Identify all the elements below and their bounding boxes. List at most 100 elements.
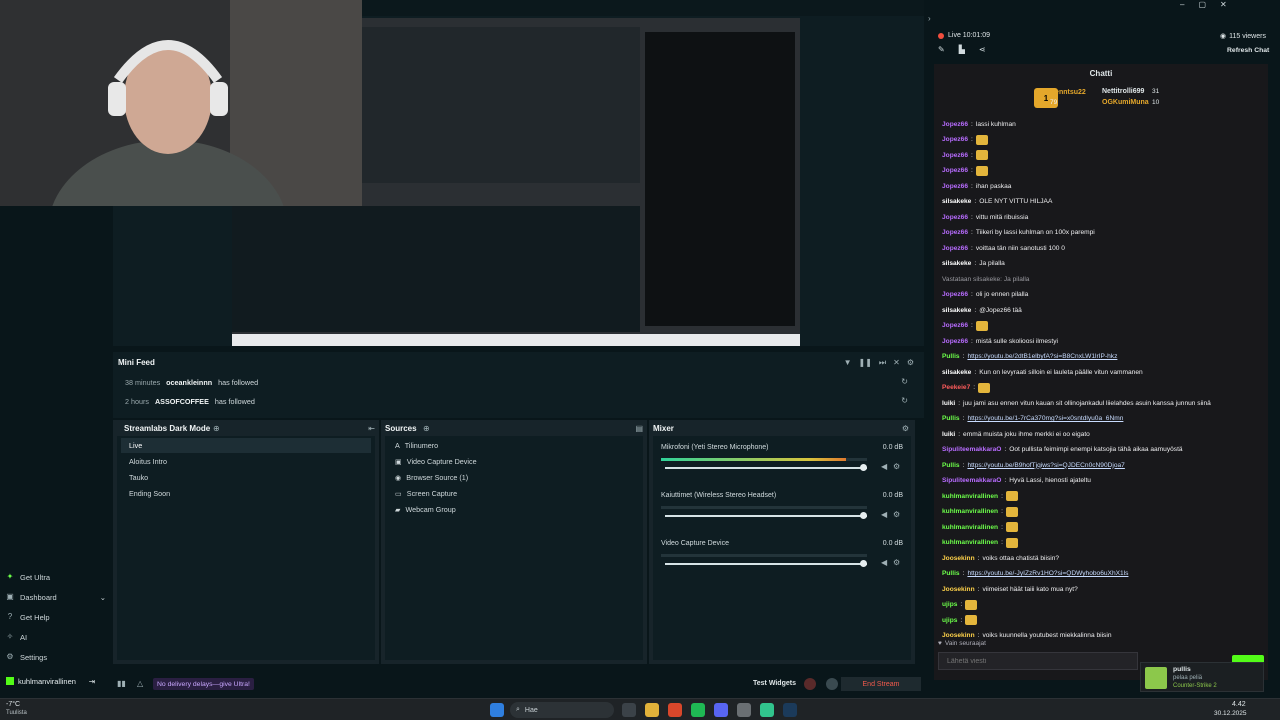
minimize-icon[interactable]: – [1180, 0, 1184, 9]
scene-item[interactable]: Tauko [121, 470, 371, 485]
nav-ai[interactable]: ✧ AI [6, 629, 27, 645]
browser-icon[interactable] [668, 703, 682, 717]
chat-username[interactable]: Peekeie7 [942, 384, 970, 391]
user-profile[interactable]: kuhlmanvirallinen ⇥ [0, 672, 113, 690]
volume-slider[interactable] [665, 467, 867, 469]
chevron-right-icon[interactable]: › [928, 14, 931, 23]
gear-icon[interactable]: ⚙ [893, 463, 901, 471]
chat-username[interactable]: Jopez66 [942, 338, 968, 345]
taskbar-search[interactable]: ⌕ Hae [510, 702, 614, 718]
replay-buffer-button[interactable] [826, 678, 838, 690]
chat-username[interactable]: silsakeke [942, 307, 971, 314]
steam-icon[interactable] [783, 703, 797, 717]
chat-username[interactable]: Pullis [942, 415, 960, 422]
chat-username[interactable]: ujips [942, 617, 957, 624]
chat-username[interactable]: luiki [942, 400, 955, 407]
chat-link[interactable]: https://youtu.be/-JyIZzRv1HO?si=QDWyhobo… [967, 570, 1128, 577]
ultra-promo[interactable]: No delivery delays—give Ultra! [153, 678, 254, 690]
weather-temp[interactable]: -7°C [6, 701, 20, 708]
volume-knob[interactable] [860, 464, 867, 471]
spotify-icon[interactable] [691, 703, 705, 717]
chat-username[interactable]: Joosekinn [942, 586, 975, 593]
logout-icon[interactable]: ⇥ [89, 677, 95, 686]
source-item[interactable]: ▣ Video Capture Device [389, 454, 639, 469]
app-icon[interactable] [737, 703, 751, 717]
chat-input[interactable] [938, 652, 1138, 670]
chat-link[interactable]: https://youtu.be/1-7rCa370mg?si=x0sntdly… [967, 415, 1123, 422]
chat-link[interactable]: https://youtu.be/2dtB1elbyfA?si=B8CnxLW1… [967, 353, 1117, 360]
collapse-icon[interactable]: ⇤ [368, 424, 375, 433]
windows-start-icon[interactable] [490, 703, 504, 717]
chat-username[interactable]: Jopez66 [942, 183, 968, 190]
file-explorer-icon[interactable] [645, 703, 659, 717]
volume-slider[interactable] [665, 515, 867, 517]
skip-icon[interactable]: ⏭ [879, 358, 886, 368]
chat-username[interactable]: kuhlmanvirallinen [942, 524, 998, 531]
discord-icon[interactable] [714, 703, 728, 717]
pause-icon[interactable]: ❚❚ [859, 358, 872, 368]
add-source-icon[interactable]: ⊕ [423, 424, 430, 433]
gear-icon[interactable]: ⚙ [893, 511, 901, 519]
source-item[interactable]: ◉ Browser Source (1) [389, 470, 639, 485]
chat-username[interactable]: luiki [942, 431, 955, 438]
scene-item[interactable]: Ending Soon [121, 486, 371, 501]
chat-username[interactable]: Jopez66 [942, 229, 968, 236]
chat-username[interactable]: Joosekinn [942, 555, 975, 562]
scene-item[interactable]: Aloitus Intro [121, 454, 371, 469]
source-item[interactable]: ▰ Webcam Group [389, 502, 639, 517]
settings-icon[interactable]: ⚙ [907, 358, 914, 368]
streamlabs-icon[interactable] [760, 703, 774, 717]
record-button[interactable] [804, 678, 816, 690]
chat-username[interactable]: ujips [942, 601, 957, 608]
filter-icon[interactable]: ▼ [844, 358, 852, 368]
chat-username[interactable]: Jopez66 [942, 214, 968, 221]
nav-get-help[interactable]: ? Get Help [6, 609, 50, 625]
test-widgets-button[interactable]: Test Widgets [753, 680, 796, 687]
speaker-icon[interactable]: ◀ [881, 463, 889, 471]
refresh-chat-button[interactable]: Refresh Chat [1227, 47, 1269, 54]
source-item[interactable]: ▭ Screen Capture [389, 486, 639, 501]
edit-icon[interactable]: ✎ [938, 45, 945, 54]
chat-username[interactable]: kuhlmanvirallinen [942, 493, 998, 500]
replay-icon[interactable]: ↻ [901, 396, 908, 405]
chat-username[interactable]: Jopez66 [942, 136, 968, 143]
chat-username[interactable]: Jopez66 [942, 167, 968, 174]
chat-username[interactable]: Pullis [942, 570, 960, 577]
close-icon[interactable]: ✕ [1220, 0, 1227, 9]
chat-username[interactable]: SipuliteemakkaraO [942, 446, 1001, 453]
chat-username[interactable]: Pullis [942, 462, 960, 469]
source-item[interactable]: A Tilinumero [389, 438, 639, 453]
nav-get-ultra[interactable]: ✦ Get Ultra [6, 569, 50, 585]
chat-username[interactable]: Jopez66 [942, 121, 968, 128]
chat-username[interactable]: Joosekinn [942, 632, 975, 639]
chat-username[interactable]: Jopez66 [942, 152, 968, 159]
chat-username[interactable]: Jopez66 [942, 291, 968, 298]
nav-dashboard[interactable]: ▣ Dashboard ⌄ [6, 589, 106, 605]
nav-settings[interactable]: ⚙ Settings [6, 649, 47, 665]
chat-username[interactable]: silsakeke [942, 260, 971, 267]
alert-icon[interactable]: △ [137, 679, 143, 688]
game-notification[interactable]: pullis pelaa peliä Counter-Strike 2 [1140, 662, 1264, 692]
end-stream-button[interactable]: End Stream [841, 677, 921, 691]
share-icon[interactable]: ⋖ [979, 45, 986, 54]
volume-knob[interactable] [860, 512, 867, 519]
speaker-icon[interactable]: ◀ [881, 559, 889, 567]
volume-slider[interactable] [665, 563, 867, 565]
chat-username[interactable]: SipuliteemakkaraO [942, 477, 1001, 484]
chat-username[interactable]: Pullis [942, 353, 960, 360]
stream-info-icon[interactable]: ▙ [959, 45, 965, 54]
chat-username[interactable]: Jopez66 [942, 322, 968, 329]
chat-username[interactable]: Jopez66 [942, 245, 968, 252]
chat-username[interactable]: silsakeke [942, 198, 971, 205]
chat-username[interactable]: kuhlmanvirallinen [942, 508, 998, 515]
add-scene-icon[interactable]: ⊕ [213, 424, 220, 433]
gear-icon[interactable]: ⚙ [893, 559, 901, 567]
scene-item[interactable]: Live [121, 438, 371, 453]
stats-icon[interactable]: ▮▮ [117, 679, 126, 688]
task-view-icon[interactable] [622, 703, 636, 717]
speaker-icon[interactable]: ◀ [881, 511, 889, 519]
folder-icon[interactable]: ▤ [635, 424, 643, 433]
chat-username[interactable]: silsakeke [942, 369, 971, 376]
maximize-icon[interactable]: ▢ [1198, 0, 1206, 9]
chat-link[interactable]: https://youtu.be/B9hofTjqiws?si=QJDECn0c… [967, 462, 1124, 469]
